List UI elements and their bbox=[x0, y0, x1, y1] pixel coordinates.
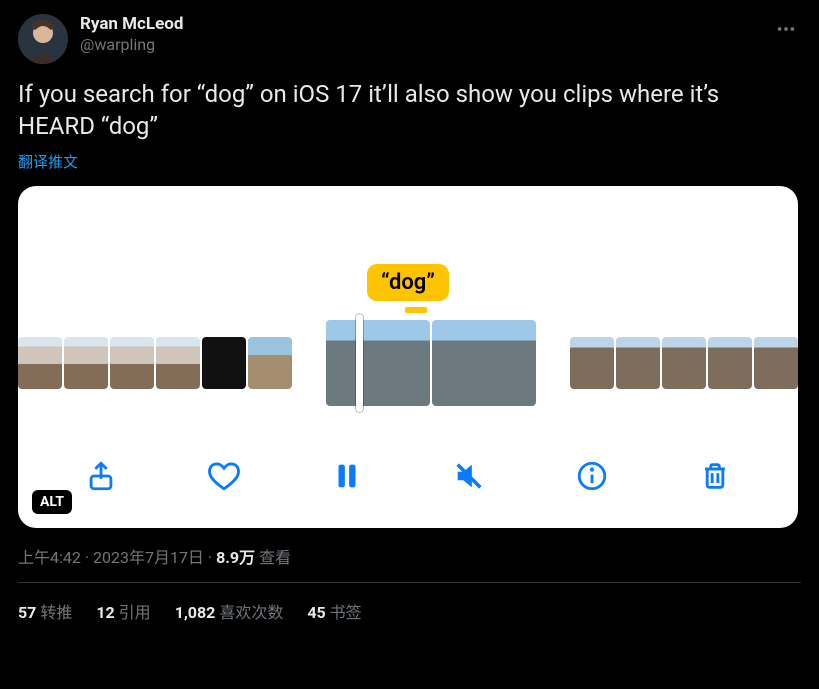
thumbnail[interactable] bbox=[570, 337, 614, 389]
tweet-meta: 上午4:42 · 2023年7月17日 · 8.9万 查看 bbox=[18, 544, 801, 568]
meta-date[interactable]: 2023年7月17日 bbox=[93, 548, 204, 567]
more-icon[interactable] bbox=[771, 14, 801, 48]
caption-bubble-row: “dog” bbox=[18, 264, 798, 301]
clip-group-1 bbox=[18, 320, 292, 406]
thumbnail[interactable] bbox=[326, 320, 430, 406]
tweet-stats: 57 转推 12 引用 1,082 喜欢次数 45 书签 bbox=[18, 583, 801, 623]
playhead[interactable] bbox=[356, 314, 363, 412]
thumbnail[interactable] bbox=[202, 337, 246, 389]
thumbnail[interactable] bbox=[708, 337, 752, 389]
thumbnail[interactable] bbox=[754, 337, 798, 389]
media-card: “dog” bbox=[18, 186, 798, 528]
meta-time[interactable]: 上午4:42 bbox=[18, 548, 81, 567]
avatar[interactable] bbox=[18, 14, 68, 64]
alt-badge[interactable]: ALT bbox=[32, 490, 72, 514]
caption-bubble-text: “dog” bbox=[381, 270, 435, 295]
info-icon[interactable] bbox=[572, 456, 612, 496]
heart-icon[interactable] bbox=[204, 456, 244, 496]
tweet-text: If you search for “dog” on iOS 17 it’ll … bbox=[18, 78, 801, 143]
share-icon[interactable] bbox=[81, 456, 121, 496]
display-name[interactable]: Ryan McLeod bbox=[80, 14, 183, 35]
caption-bubble-tail bbox=[405, 307, 427, 313]
stat-likes[interactable]: 1,082 喜欢次数 bbox=[175, 599, 284, 623]
tweet-container: Ryan McLeod @warpling If you search for … bbox=[0, 0, 819, 623]
stat-bookmarks[interactable]: 45 书签 bbox=[307, 599, 361, 623]
tweet-header: Ryan McLeod @warpling bbox=[18, 14, 801, 64]
translate-link[interactable]: 翻译推文 bbox=[18, 151, 78, 172]
pause-icon[interactable] bbox=[327, 456, 367, 496]
meta-views-label: 查看 bbox=[255, 548, 291, 567]
thumbnail[interactable] bbox=[156, 337, 200, 389]
thumbnail[interactable] bbox=[662, 337, 706, 389]
handle[interactable]: @warpling bbox=[80, 35, 183, 55]
thumbnail[interactable] bbox=[248, 337, 292, 389]
thumbnail[interactable] bbox=[18, 337, 62, 389]
stat-retweets[interactable]: 57 转推 bbox=[18, 599, 72, 623]
thumbnail[interactable] bbox=[110, 337, 154, 389]
filmstrip[interactable] bbox=[18, 320, 798, 406]
mute-icon[interactable] bbox=[449, 456, 489, 496]
thumbnail[interactable] bbox=[616, 337, 660, 389]
media-toolbar bbox=[18, 448, 798, 504]
trash-icon[interactable] bbox=[695, 456, 735, 496]
thumbnail[interactable] bbox=[432, 320, 536, 406]
stat-quotes[interactable]: 12 引用 bbox=[96, 599, 150, 623]
clip-group-3 bbox=[570, 320, 798, 406]
author-names: Ryan McLeod @warpling bbox=[80, 14, 183, 55]
meta-views-count[interactable]: 8.9万 bbox=[216, 548, 255, 567]
caption-bubble: “dog” bbox=[367, 264, 449, 301]
thumbnail[interactable] bbox=[64, 337, 108, 389]
